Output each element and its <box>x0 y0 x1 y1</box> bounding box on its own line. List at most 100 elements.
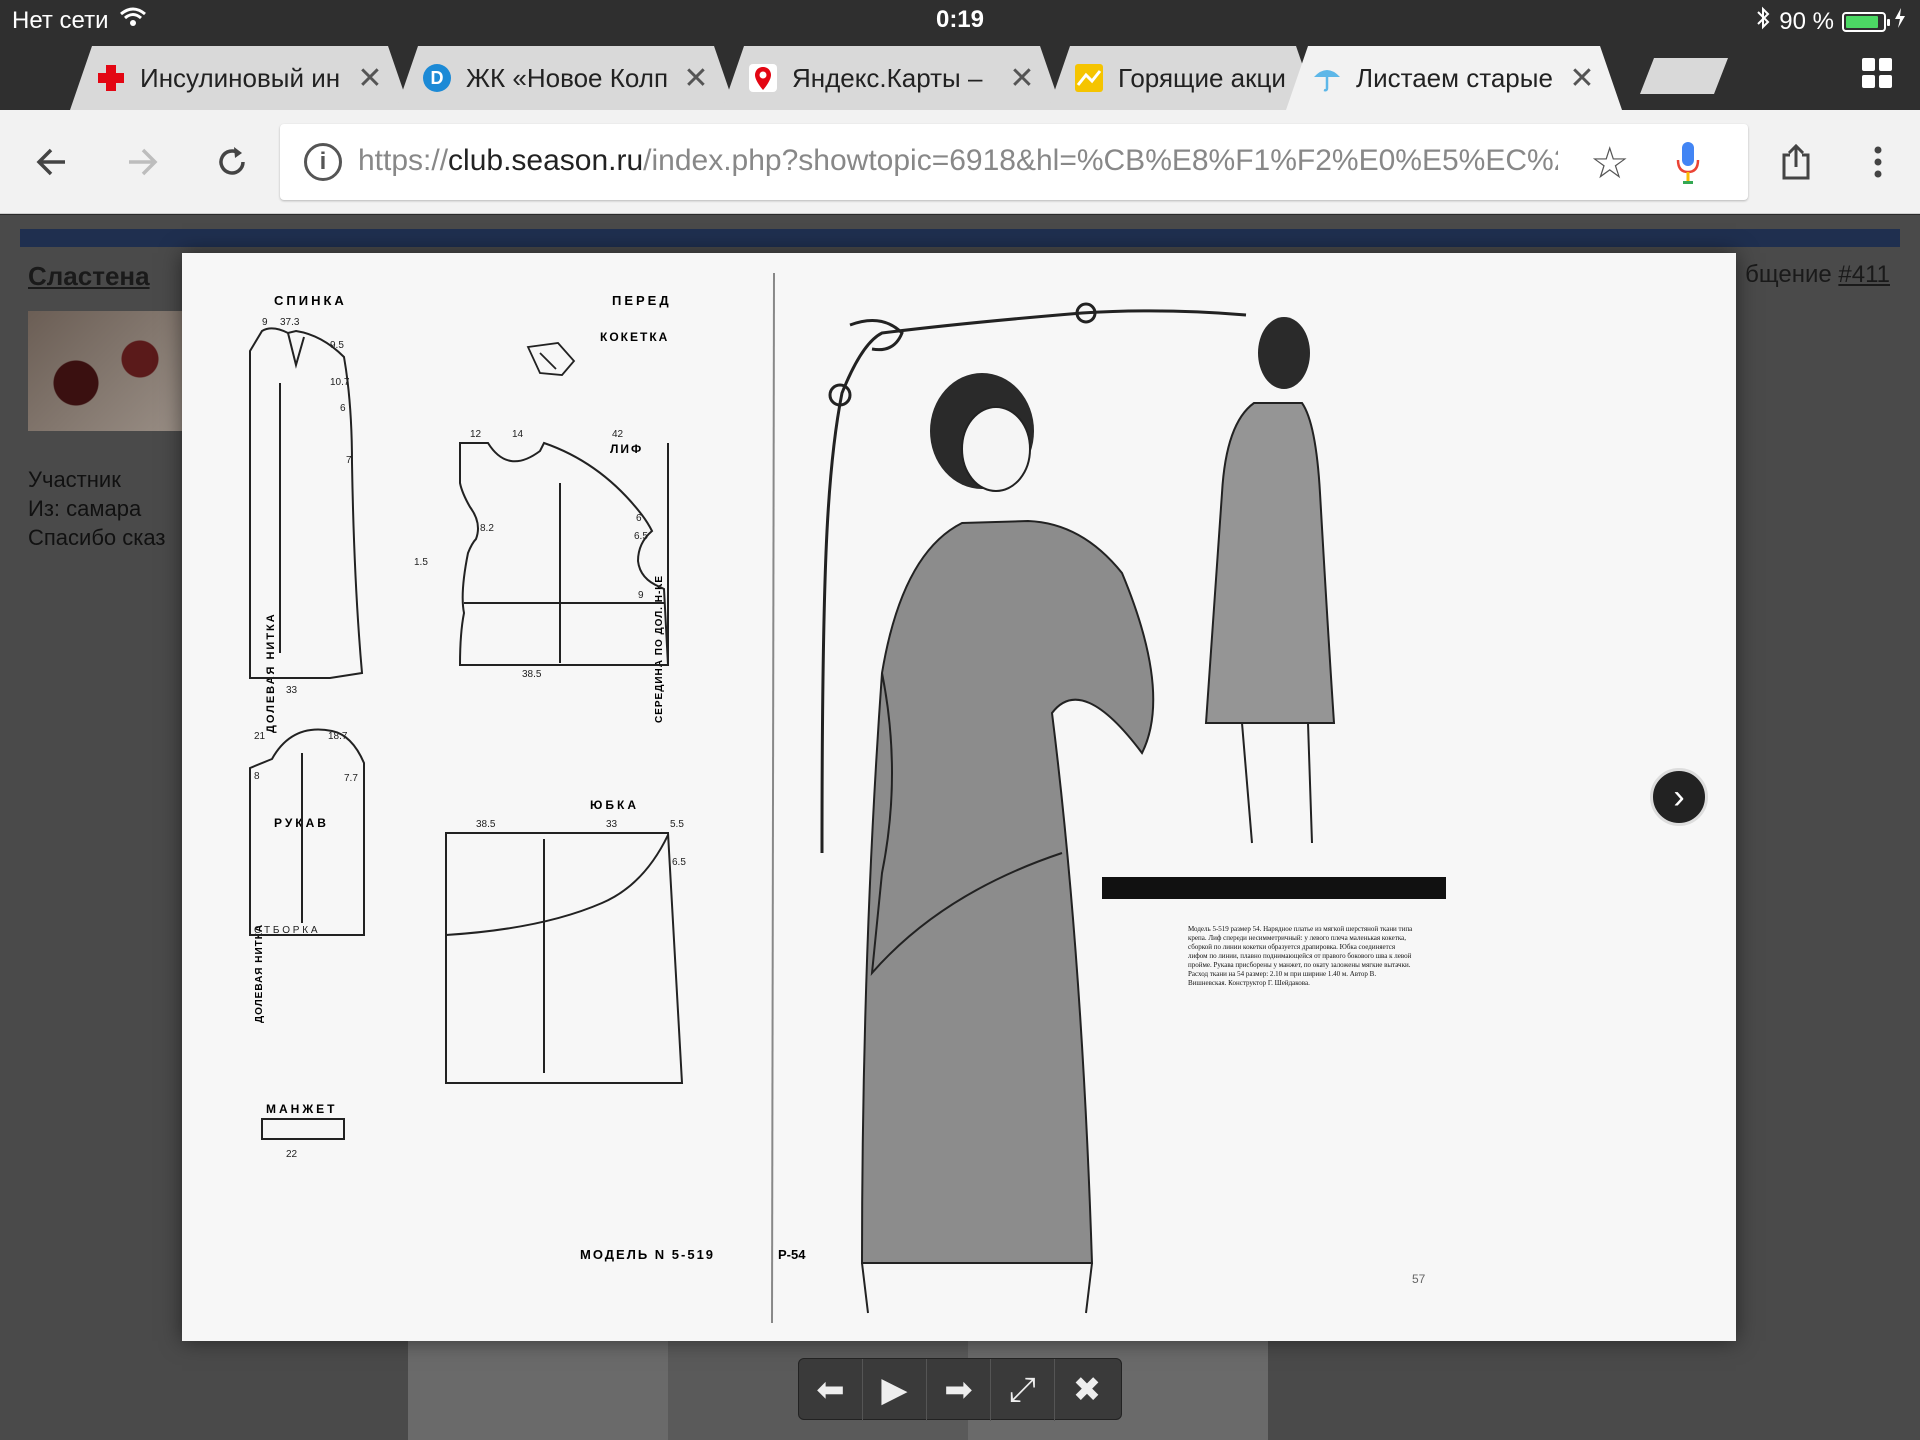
sleeve-pattern <box>249 728 365 936</box>
close-tab-icon[interactable]: ✕ <box>1002 61 1042 96</box>
label-cuff: МАНЖЕТ <box>266 1102 338 1116</box>
tab-title: Горящие акци <box>1118 62 1286 93</box>
svg-text:6.5: 6.5 <box>634 531 648 542</box>
svg-text:7.7: 7.7 <box>344 773 358 784</box>
address-bar[interactable]: i https://club.season.ru/index.php?showt… <box>280 124 1748 200</box>
pattern-spread: СПИНКА ПЕРЕД КОКЕТКА ЛИФ РУКАВ ЮБКА МАНЖ… <box>249 272 1446 1324</box>
label-grain-sleeve: ДОЛЕВАЯ НИТКА <box>254 924 265 1023</box>
label-front: ПЕРЕД <box>612 293 672 308</box>
svg-text:С Т Б О Р К А: С Т Б О Р К А <box>254 925 318 936</box>
tab-title: ЖК «Новое Колп <box>466 62 669 93</box>
svg-text:37.3: 37.3 <box>280 317 300 328</box>
caption-bar <box>1102 877 1446 899</box>
new-tab-button[interactable] <box>1640 58 1728 94</box>
browser-toolbar: i https://club.season.ru/index.php?showt… <box>0 110 1920 214</box>
d-circle-icon: D <box>422 63 452 93</box>
forward-button[interactable] <box>116 136 168 188</box>
svg-text:7: 7 <box>346 455 352 466</box>
svg-text:9: 9 <box>262 317 268 328</box>
share-icon[interactable] <box>1770 136 1822 188</box>
svg-text:1.5: 1.5 <box>414 557 428 568</box>
post-header-bar <box>20 229 1900 247</box>
tab-switcher-icon[interactable] <box>1862 58 1892 88</box>
tab-3[interactable]: Яндекс.Карты – ✕ <box>722 46 1062 110</box>
battery-percent: 90 % <box>1779 7 1834 35</box>
label-bodice: ЛИФ <box>610 442 643 456</box>
tab-title: Яндекс.Карты – <box>792 62 983 93</box>
cuff-width: 22 <box>286 1149 298 1160</box>
map-pin-icon <box>748 63 778 93</box>
spread-fold <box>771 272 775 1324</box>
svg-text:D: D <box>431 68 444 88</box>
tab-1[interactable]: Инсулиновый ин ✕ <box>70 46 410 110</box>
label-size: Р-54 <box>778 1247 806 1262</box>
close-tab-icon[interactable]: ✕ <box>350 61 390 96</box>
post-number-link[interactable]: #411 <box>1838 261 1890 288</box>
label-center-front: СЕРЕДИНА ПО ДОЛ. Н-КЕ <box>654 575 665 723</box>
next-arrow-icon[interactable]: ➡ <box>927 1359 991 1421</box>
svg-text:9.5: 9.5 <box>330 340 344 351</box>
bluetooth-icon <box>1755 6 1771 37</box>
svg-text:18.7: 18.7 <box>328 731 348 742</box>
post-number: бщение #411 <box>1745 261 1890 288</box>
red-cross-icon <box>96 63 126 93</box>
svg-text:5.5: 5.5 <box>670 819 684 830</box>
yoke-pattern <box>526 342 576 376</box>
label-skirt: ЮБКА <box>590 798 639 812</box>
battery-icon <box>1842 11 1890 32</box>
svg-text:33: 33 <box>606 819 618 830</box>
clock: 0:19 <box>935 6 985 33</box>
umbrella-icon <box>1312 63 1342 93</box>
cuff-pattern <box>261 1118 345 1140</box>
tab-title: Инсулиновый ин <box>140 62 341 93</box>
play-icon[interactable]: ▶ <box>863 1359 927 1421</box>
svg-text:9: 9 <box>638 590 644 601</box>
svg-text:14: 14 <box>512 429 524 440</box>
skirt-dimensions: 38.5 33 5.5 6.5 <box>476 819 686 868</box>
close-icon[interactable]: ✖ <box>1055 1359 1119 1421</box>
previous-arrow-icon[interactable]: ⬅ <box>799 1359 863 1421</box>
svg-text:42: 42 <box>612 429 624 440</box>
svg-text:8.2: 8.2 <box>480 523 494 534</box>
tab-title: Листаем старые <box>1356 62 1553 93</box>
label-back: СПИНКА <box>274 293 347 308</box>
svg-text:38.5: 38.5 <box>522 669 542 680</box>
user-location: Из: самара <box>28 496 142 521</box>
yellow-arrow-icon <box>1074 63 1104 93</box>
post-author-link[interactable]: Сластена <box>28 261 150 292</box>
svg-text:6: 6 <box>636 513 642 524</box>
caption-text: Модель 5-519 размер 54. Нарядное платье … <box>1188 925 1413 987</box>
microphone-icon[interactable] <box>1676 140 1700 186</box>
avatar <box>28 311 188 431</box>
tab-2[interactable]: D ЖК «Новое Колп ✕ <box>396 46 736 110</box>
svg-text:6: 6 <box>340 403 346 414</box>
svg-text:6.5: 6.5 <box>672 857 686 868</box>
site-info-icon[interactable]: i <box>304 143 342 181</box>
label-yoke: КОКЕТКА <box>600 330 669 344</box>
svg-text:38.5: 38.5 <box>476 819 496 830</box>
lightbox-controls: ⬅ ▶ ➡ ⤢ ✖ <box>798 1358 1122 1421</box>
label-model: МОДЕЛЬ N 5-519 <box>580 1247 715 1262</box>
tab-5[interactable]: Листаем старые ✕ <box>1286 46 1622 110</box>
author-meta: Участник Из: самара Спасибо сказ <box>28 465 165 552</box>
tab-strip: Инсулиновый ин ✕ D ЖК «Новое Колп ✕ Янде… <box>0 38 1920 110</box>
menu-kebab-icon[interactable] <box>1852 136 1904 188</box>
user-role: Участник <box>28 467 121 492</box>
close-tab-icon[interactable]: ✕ <box>676 61 716 96</box>
svg-text:8: 8 <box>254 771 260 782</box>
user-thanks: Спасибо сказ <box>28 525 166 550</box>
back-button[interactable] <box>26 136 78 188</box>
close-tab-icon[interactable]: ✕ <box>1562 61 1602 96</box>
thumbnail[interactable] <box>408 1340 668 1440</box>
fullscreen-icon[interactable]: ⤢ <box>991 1359 1055 1421</box>
svg-text:33: 33 <box>286 685 298 696</box>
bookmark-star-icon[interactable]: ☆ <box>1590 138 1629 189</box>
url-text[interactable]: https://club.season.ru/index.php?showtop… <box>358 144 1558 178</box>
bodice-pattern <box>458 441 670 666</box>
next-image-button[interactable]: › <box>1650 768 1708 826</box>
reload-button[interactable] <box>206 136 258 188</box>
page-number: 57 <box>1412 1272 1426 1286</box>
dress-figure-back <box>1204 317 1336 844</box>
lightbox-image[interactable]: СПИНКА ПЕРЕД КОКЕТКА ЛИФ РУКАВ ЮБКА МАНЖ… <box>182 253 1736 1341</box>
tab-4[interactable]: Горящие акци <box>1048 46 1318 110</box>
